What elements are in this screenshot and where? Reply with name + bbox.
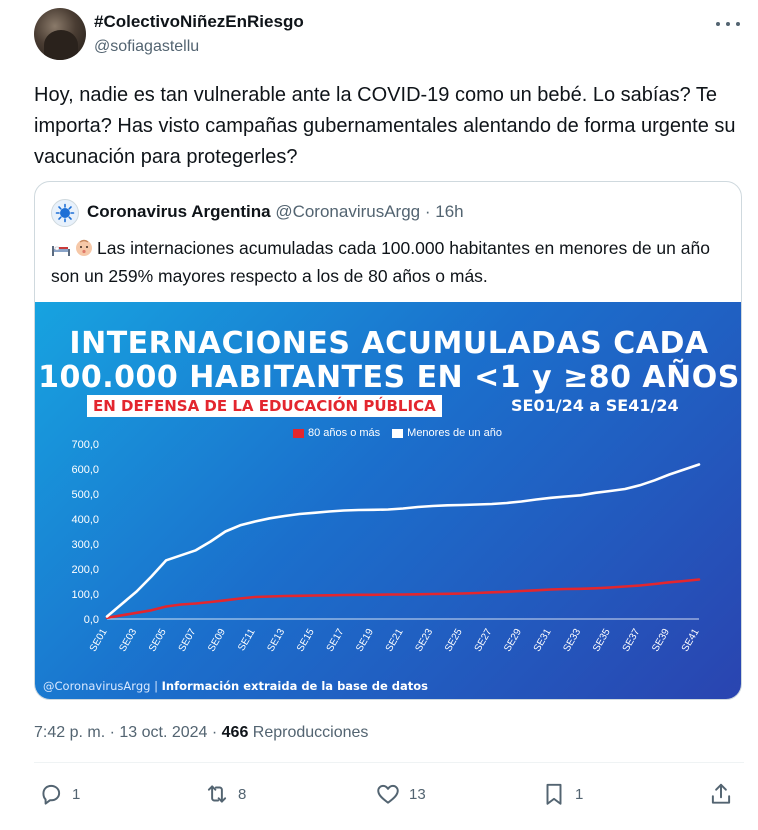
x-tick-label: SE07	[177, 627, 199, 654]
quote-age[interactable]: · 16h	[420, 202, 464, 221]
quote-display-name[interactable]: Coronavirus Argentina	[87, 202, 271, 221]
footer-source: Información extraida de la base de datos	[161, 679, 428, 693]
y-tick-label: 400,0	[71, 514, 99, 526]
x-tick-label: SE05	[147, 627, 169, 654]
tweet-header: #ColectivoNiñezEnRiesgo @sofiagastellu	[34, 8, 744, 64]
y-tick-label: 300,0	[71, 539, 99, 551]
x-tick-label: SE01	[88, 627, 110, 654]
reply-button[interactable]: 1	[38, 781, 80, 807]
reply-icon	[42, 784, 61, 805]
quoted-tweet[interactable]: Coronavirus Argentina @CoronavirusArgg ·…	[34, 181, 742, 700]
quote-text-body: Las internaciones acumuladas cada 100.00…	[51, 238, 710, 286]
infographic-title-line2: 100.000 HABITANTES EN <1 y ≥80 AÑOS	[38, 360, 740, 395]
reply-count: 1	[72, 785, 81, 803]
y-tick-label: 600,0	[71, 464, 99, 476]
quote-name-row: Coronavirus Argentina @CoronavirusArgg ·…	[87, 202, 464, 222]
x-tick-label: SE29	[502, 627, 524, 654]
virus-icon	[55, 203, 75, 223]
x-tick-label: SE37	[621, 627, 643, 654]
tweet-meta: 7:42 p. m. · 13 oct. 2024 · 466 Reproduc…	[34, 724, 368, 742]
divider	[34, 762, 744, 763]
x-tick-label: SE13	[265, 627, 287, 654]
quote-text: Las internaciones acumuladas cada 100.00…	[51, 236, 731, 289]
bookmark-count: 1	[575, 785, 584, 803]
x-tick-label: SE15	[295, 627, 317, 654]
retweet-button[interactable]: 8	[204, 781, 246, 807]
line-chart: 0,0 100,0 200,0 300,0 400,0 500,0 600,0 700,0 SE…	[71, 439, 702, 654]
tweet-text: Hoy, nadie es tan vulnerable ante la COV…	[34, 84, 736, 168]
more-options-icon[interactable]	[716, 14, 740, 34]
retweet-count: 8	[238, 785, 247, 803]
x-tick-label: SE03	[117, 627, 139, 654]
x-tick-label: SE39	[650, 627, 672, 654]
heart-icon	[377, 784, 399, 804]
user-handle[interactable]: @sofiagastellu	[94, 38, 199, 56]
hospital-bed-icon	[51, 239, 71, 264]
infographic-image[interactable]: INTERNACIONES ACUMULADAS CADA 100.000 HA…	[35, 302, 741, 699]
retweet-icon	[207, 785, 227, 803]
x-tick-label: SE31	[532, 627, 554, 654]
like-count: 13	[409, 785, 426, 803]
timestamp[interactable]: 7:42 p. m. · 13 oct. 2024 ·	[34, 724, 222, 741]
x-tick-label: SE25	[443, 627, 465, 654]
y-tick-label: 500,0	[71, 489, 99, 501]
y-tick-label: 100,0	[71, 589, 99, 601]
display-name[interactable]: #ColectivoNiñezEnRiesgo	[94, 12, 304, 32]
avatar[interactable]	[34, 8, 86, 60]
x-tick-label: SE23	[413, 627, 435, 654]
infographic-footer: @CoronavirusArgg | Información extraida …	[43, 679, 428, 693]
series-line-0	[105, 578, 701, 620]
infographic-period: SE01/24 a SE41/24	[511, 396, 679, 415]
views-label: Reproducciones	[248, 724, 369, 741]
footer-separator: |	[150, 679, 162, 693]
x-tick-label: SE35	[591, 627, 613, 654]
x-tick-label: SE41	[680, 627, 702, 654]
x-tick-label: SE33	[561, 627, 583, 654]
share-icon	[711, 783, 731, 804]
x-tick-label: SE09	[206, 627, 228, 654]
quote-avatar[interactable]	[51, 199, 79, 227]
x-tick-label: SE19	[354, 627, 376, 654]
y-tick-label: 700,0	[71, 439, 99, 451]
bookmark-button[interactable]: 1	[541, 781, 583, 807]
x-tick-label: SE27	[473, 627, 495, 654]
baby-icon	[75, 239, 93, 264]
y-tick-label: 200,0	[71, 564, 99, 576]
share-button[interactable]	[708, 781, 734, 807]
action-bar: 1 8 13 1	[38, 781, 738, 809]
infographic-title-line1: INTERNACIONES ACUMULADAS CADA	[69, 326, 709, 361]
bookmark-icon	[546, 783, 562, 805]
views-count: 466	[221, 724, 249, 741]
infographic-banner: EN DEFENSA DE LA EDUCACIÓN PÚBLICA	[87, 395, 442, 417]
x-tick-label: SE11	[236, 627, 258, 653]
x-tick-label: SE17	[325, 627, 347, 654]
quote-handle[interactable]: @CoronavirusArgg	[275, 202, 420, 221]
y-tick-label: 0,0	[84, 614, 99, 626]
x-tick-label: SE21	[384, 627, 406, 654]
like-button[interactable]: 13	[375, 781, 426, 807]
footer-handle: @CoronavirusArgg	[43, 679, 151, 693]
